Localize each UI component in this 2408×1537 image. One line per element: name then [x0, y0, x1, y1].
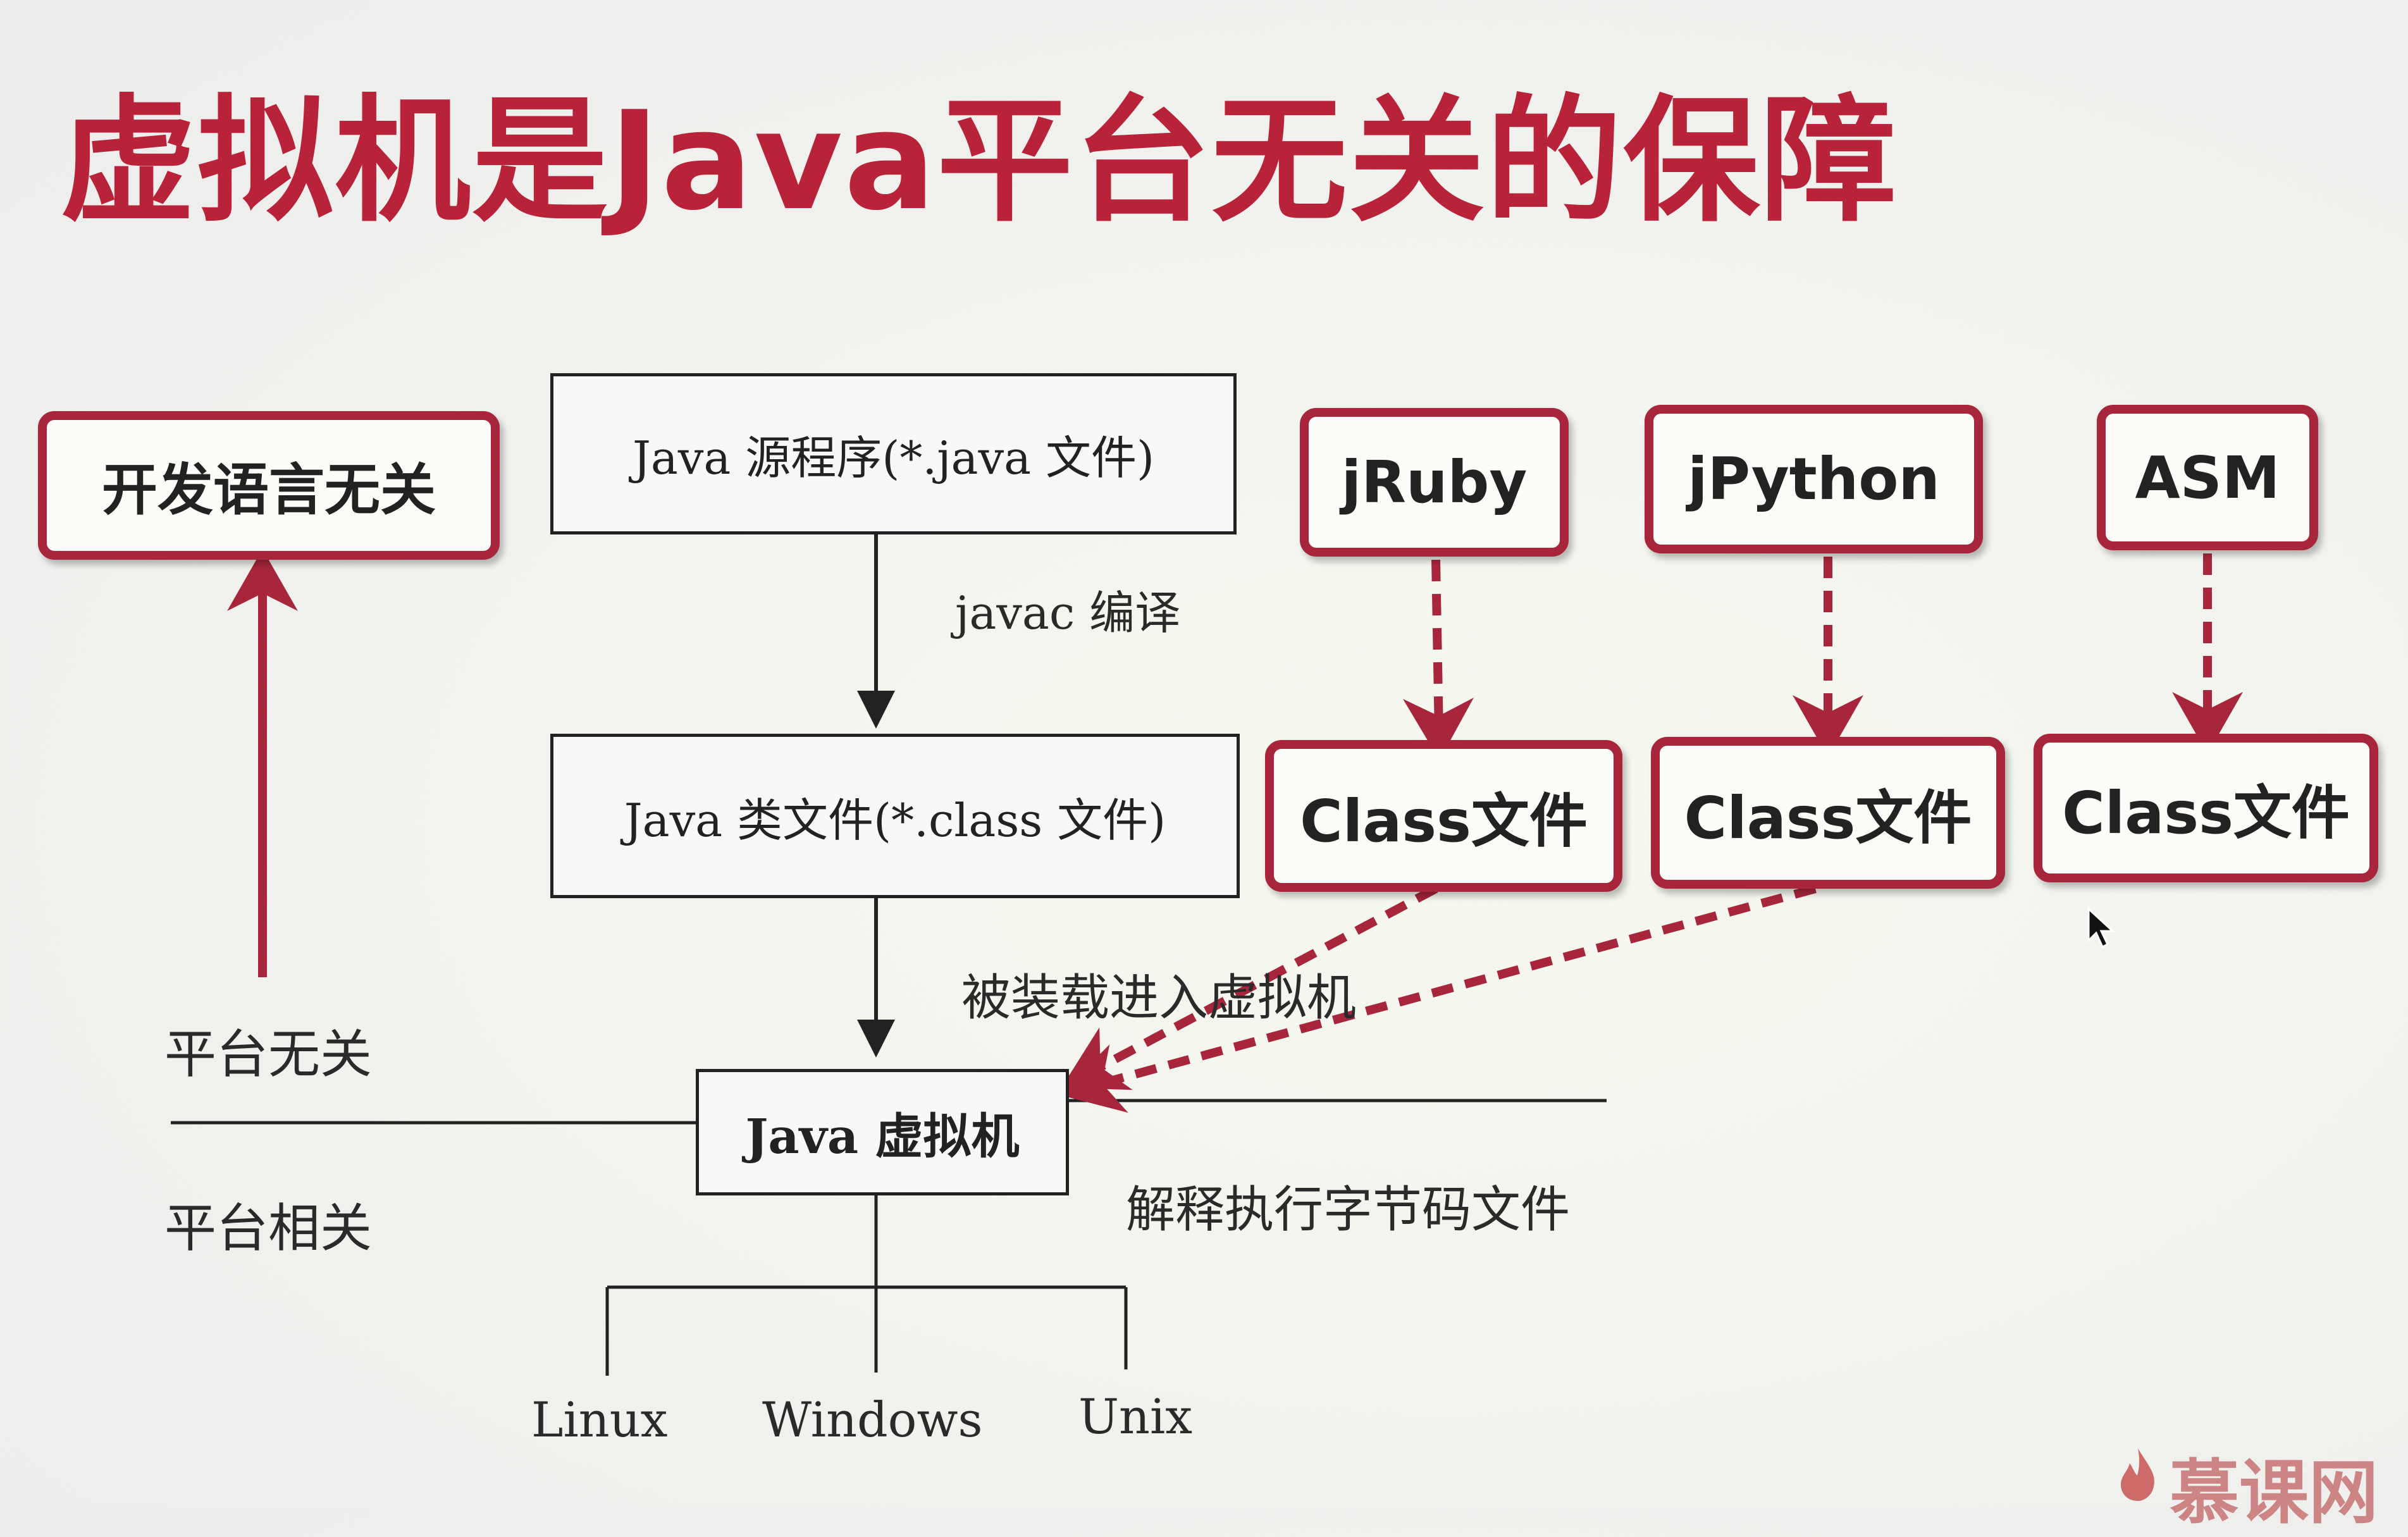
platform-unix: Unix [1078, 1388, 1193, 1445]
class-file-label-jruby: Class文件 [1300, 787, 1588, 855]
asm-box: ASM [2097, 405, 2318, 550]
java-vm-box: Java 虚拟机 [696, 1069, 1069, 1195]
mouse-cursor-icon [2087, 908, 2115, 949]
class-file-box-asm: Class文件 [2034, 734, 2378, 882]
arrow-jruby-to-class [1402, 559, 1474, 760]
java-vm-label: Java 虚拟机 [745, 1108, 1020, 1164]
platform-linux: Linux [531, 1392, 668, 1448]
language-independent-label: 开发语言无关 [101, 457, 436, 522]
jpython-box: jPython [1645, 405, 1983, 553]
jpython-label: jPython [1688, 445, 1940, 513]
platform-dependent-label: 平台相关 [164, 1199, 373, 1259]
class-file-label-jpython: Class文件 [1684, 784, 1972, 852]
flame-logo-icon [2121, 1448, 2154, 1501]
java-source-box: Java 源程序(*.java 文件) [550, 373, 1237, 534]
language-independent-box: 开发语言无关 [38, 411, 500, 560]
class-file-box-jruby: Class文件 [1265, 740, 1622, 892]
class-file-label-asm: Class文件 [2062, 779, 2350, 847]
platform-windows: Windows [762, 1392, 983, 1448]
watermark-text: 慕课网 [2170, 1452, 2378, 1533]
asm-label: ASM [2135, 443, 2280, 512]
java-class-box: Java 类文件(*.class 文件) [550, 734, 1240, 898]
jruby-label: jRuby [1341, 448, 1528, 516]
platform-independent-label: 平台无关 [164, 1025, 373, 1085]
javac-compile-label: javac 编译 [955, 586, 1181, 639]
loaded-into-jvm-label: 被装载进入虚拟机 [961, 970, 1357, 1027]
jruby-box: jRuby [1300, 408, 1569, 557]
interpret-bytecode-label: 解释执行字节码文件 [1126, 1182, 1571, 1238]
java-source-label: Java 源程序(*.java 文件) [632, 431, 1155, 485]
class-file-box-jpython: Class文件 [1651, 737, 2005, 889]
java-class-label: Java 类文件(*.class 文件) [624, 793, 1166, 847]
